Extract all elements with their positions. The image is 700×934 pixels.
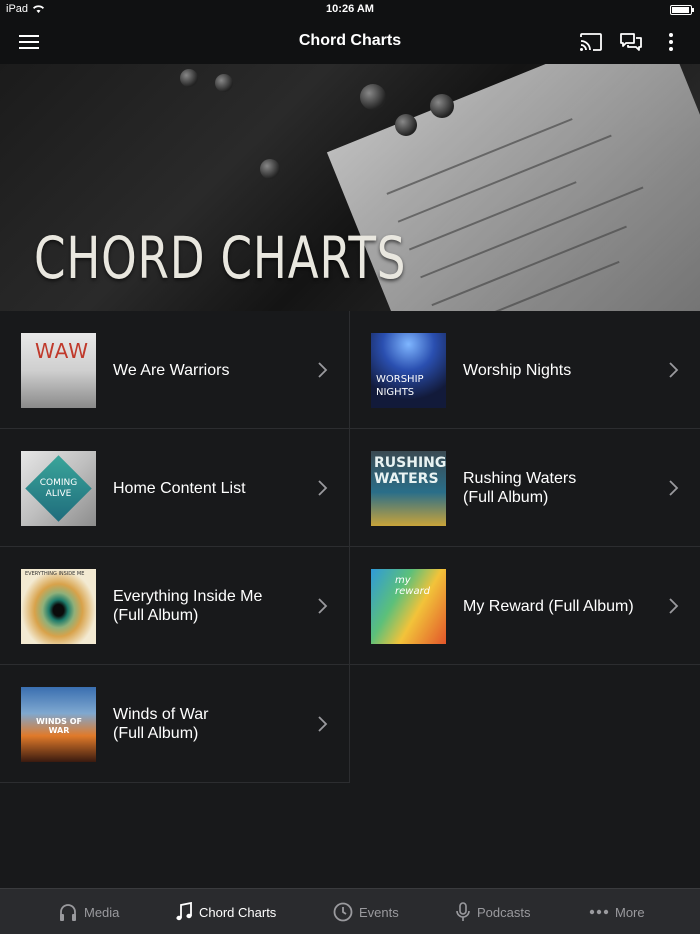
music-note-icon [176,902,192,921]
item-label: Winds of War (Full Album) [113,706,209,742]
ellipsis-icon [589,909,609,915]
item-label: We Are Warriors [113,362,230,379]
tab-label: Events [359,904,399,920]
list-item-home-content-list[interactable]: COMING ALIVE Home Content List [0,429,350,547]
microphone-icon [456,902,470,921]
clock-icon [333,902,353,922]
tab-label: Media [84,904,120,920]
chevron-right-icon [318,480,328,496]
album-art-winds-of-war: WINDS OF WAR [21,687,96,762]
list-item-worship-nights[interactable]: WORSHIP NIGHTS Worship Nights [350,311,700,429]
list-item-my-reward[interactable]: my reward My Reward (Full Album) [350,547,700,665]
item-label: Worship Nights [463,362,572,379]
chevron-right-icon [318,716,328,732]
album-art-everything-inside-me: EVERYTHING INSIDE ME [21,569,96,644]
tab-media[interactable]: Media [58,889,119,934]
list-item-we-are-warriors[interactable]: WAW We Are Warriors [0,311,350,429]
tab-label: Chord Charts [199,904,277,920]
overflow-menu-button[interactable] [657,28,685,56]
album-art-we-are-warriors: WAW [21,333,96,408]
hero-banner: CHORD CHARTS [0,64,700,311]
chevron-right-icon [318,598,328,614]
vertical-dots-icon [669,33,673,51]
status-bar: iPad 10:26 AM [0,0,700,20]
item-label: Rushing Waters (Full Album) [463,470,577,506]
item-label: Everything Inside Me (Full Album) [113,588,263,624]
cast-icon [580,33,602,51]
tab-label: More [615,904,645,920]
tab-label: Podcasts [477,904,531,920]
chevron-right-icon [669,362,679,378]
list-item-everything-inside-me[interactable]: EVERYTHING INSIDE ME Everything Inside M… [0,547,350,665]
album-art-rushing-waters: RUSHING WATERS [371,451,446,526]
item-label: Home Content List [113,480,246,497]
list-item-winds-of-war[interactable]: WINDS OF WAR Winds of War (Full Album) [0,665,350,783]
chevron-right-icon [669,480,679,496]
chat-button[interactable] [617,28,645,56]
list-item-rushing-waters[interactable]: RUSHING WATERS Rushing Waters (Full Albu… [350,429,700,547]
tab-chord-charts[interactable]: Chord Charts [175,889,276,934]
status-time: 10:26 AM [326,3,374,15]
cast-button[interactable] [577,28,605,56]
nav-bar: Chord Charts [0,20,700,64]
item-label: My Reward (Full Album) [463,598,634,615]
hero-title: CHORD CHARTS [34,224,407,292]
battery-icon [670,5,694,15]
chevron-right-icon [669,598,679,614]
headphones-icon [60,904,76,921]
album-art-coming-alive: COMING ALIVE [21,451,96,526]
album-art-worship-nights: WORSHIP NIGHTS [371,333,446,408]
tab-events[interactable]: Events [333,889,399,934]
chevron-right-icon [318,362,328,378]
tab-more[interactable]: More [589,889,645,934]
album-art-my-reward: my reward [371,569,446,644]
tab-bar: Media Chord Charts Events Podcasts More [0,888,700,934]
tab-podcasts[interactable]: Podcasts [455,889,530,934]
chat-icon [620,33,642,51]
